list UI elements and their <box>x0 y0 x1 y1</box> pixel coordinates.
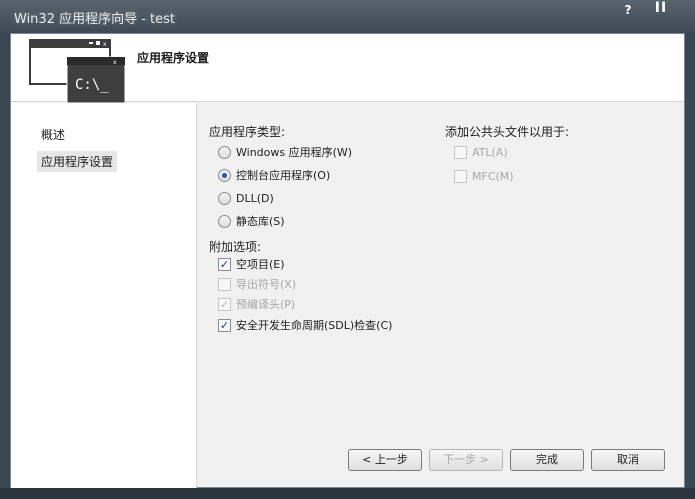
checkbox <box>454 145 467 159</box>
checkbox-label: ATL(A) <box>472 145 508 159</box>
wizard-nav: 概述 应用程序设置 <box>11 103 197 488</box>
radio-label: 控制台应用程序(O) <box>236 169 331 182</box>
radio-console-app[interactable]: 控制台应用程序(O) <box>218 166 330 184</box>
extra-options-label: 附加选项: <box>209 240 262 254</box>
checkbox-precompiled-header: ✓ 预编译头(P) <box>218 295 295 313</box>
checkbox-label: 安全开发生命周期(SDL)检查(C) <box>236 319 393 332</box>
window-title: Win32 应用程序向导 - test <box>14 12 176 27</box>
page-title: 应用程序设置 <box>137 51 210 65</box>
checkbox-export-symbols: 导出符号(X) <box>218 275 296 293</box>
finish-button[interactable]: 完成 <box>510 449 584 471</box>
help-button[interactable]: ? <box>620 3 636 19</box>
checkbox-empty-project[interactable]: ✓ 空项目(E) <box>218 255 285 273</box>
radio-label: Windows 应用程序(W) <box>236 146 353 159</box>
nav-item-overview[interactable]: 概述 <box>37 124 69 145</box>
checkbox-atl: ATL(A) <box>454 143 508 161</box>
wizard-dialog: x x C:\_ 应用程序设置 概述 应用程序设置 应用程序类型: Window… <box>10 33 685 488</box>
radio-button[interactable] <box>218 191 231 205</box>
common-headers-label: 添加公共头文件以用于: <box>445 125 570 139</box>
window-control-button[interactable]: II <box>646 0 676 16</box>
radio-windows-app[interactable]: Windows 应用程序(W) <box>218 143 352 161</box>
radio-label: 静态库(S) <box>236 215 285 228</box>
checkbox <box>454 169 467 183</box>
svg-text:C:\_: C:\_ <box>75 77 109 93</box>
radio-static-lib[interactable]: 静态库(S) <box>218 212 285 230</box>
checkbox-label: 预编译头(P) <box>236 298 296 311</box>
checkbox <box>218 277 231 291</box>
checkbox-label: 导出符号(X) <box>236 278 297 291</box>
nav-item-app-settings[interactable]: 应用程序设置 <box>37 151 118 172</box>
wizard-header: x x C:\_ 应用程序设置 <box>11 34 684 103</box>
checkbox-sdl-checks[interactable]: ✓ 安全开发生命周期(SDL)检查(C) <box>218 316 392 334</box>
title-bar[interactable]: Win32 应用程序向导 - test ? II <box>0 0 695 33</box>
window-bottom-border <box>0 488 695 499</box>
checkbox-checked: ✓ <box>218 297 231 311</box>
console-app-icon: x x C:\_ <box>29 39 125 103</box>
checkbox-mfc: MFC(M) <box>454 167 514 185</box>
radio-button[interactable] <box>218 145 231 159</box>
prev-button[interactable]: < 上一步 <box>348 449 422 471</box>
radio-button[interactable] <box>218 214 231 228</box>
radio-dll[interactable]: DLL(D) <box>218 189 274 207</box>
cancel-button[interactable]: 取消 <box>591 449 665 471</box>
svg-text:x: x <box>103 41 107 48</box>
next-button: 下一步 > <box>429 449 503 471</box>
checkbox-checked[interactable]: ✓ <box>218 257 231 271</box>
radio-label: DLL(D) <box>236 191 274 205</box>
settings-panel: 应用程序类型: Windows 应用程序(W) 控制台应用程序(O) DLL(D… <box>198 103 684 488</box>
radio-button-selected[interactable] <box>218 168 231 182</box>
app-type-label: 应用程序类型: <box>209 125 286 139</box>
checkbox-checked[interactable]: ✓ <box>218 318 231 332</box>
checkbox-label: 空项目(E) <box>236 258 285 271</box>
svg-text:x: x <box>113 59 117 66</box>
checkbox-label: MFC(M) <box>472 169 514 183</box>
